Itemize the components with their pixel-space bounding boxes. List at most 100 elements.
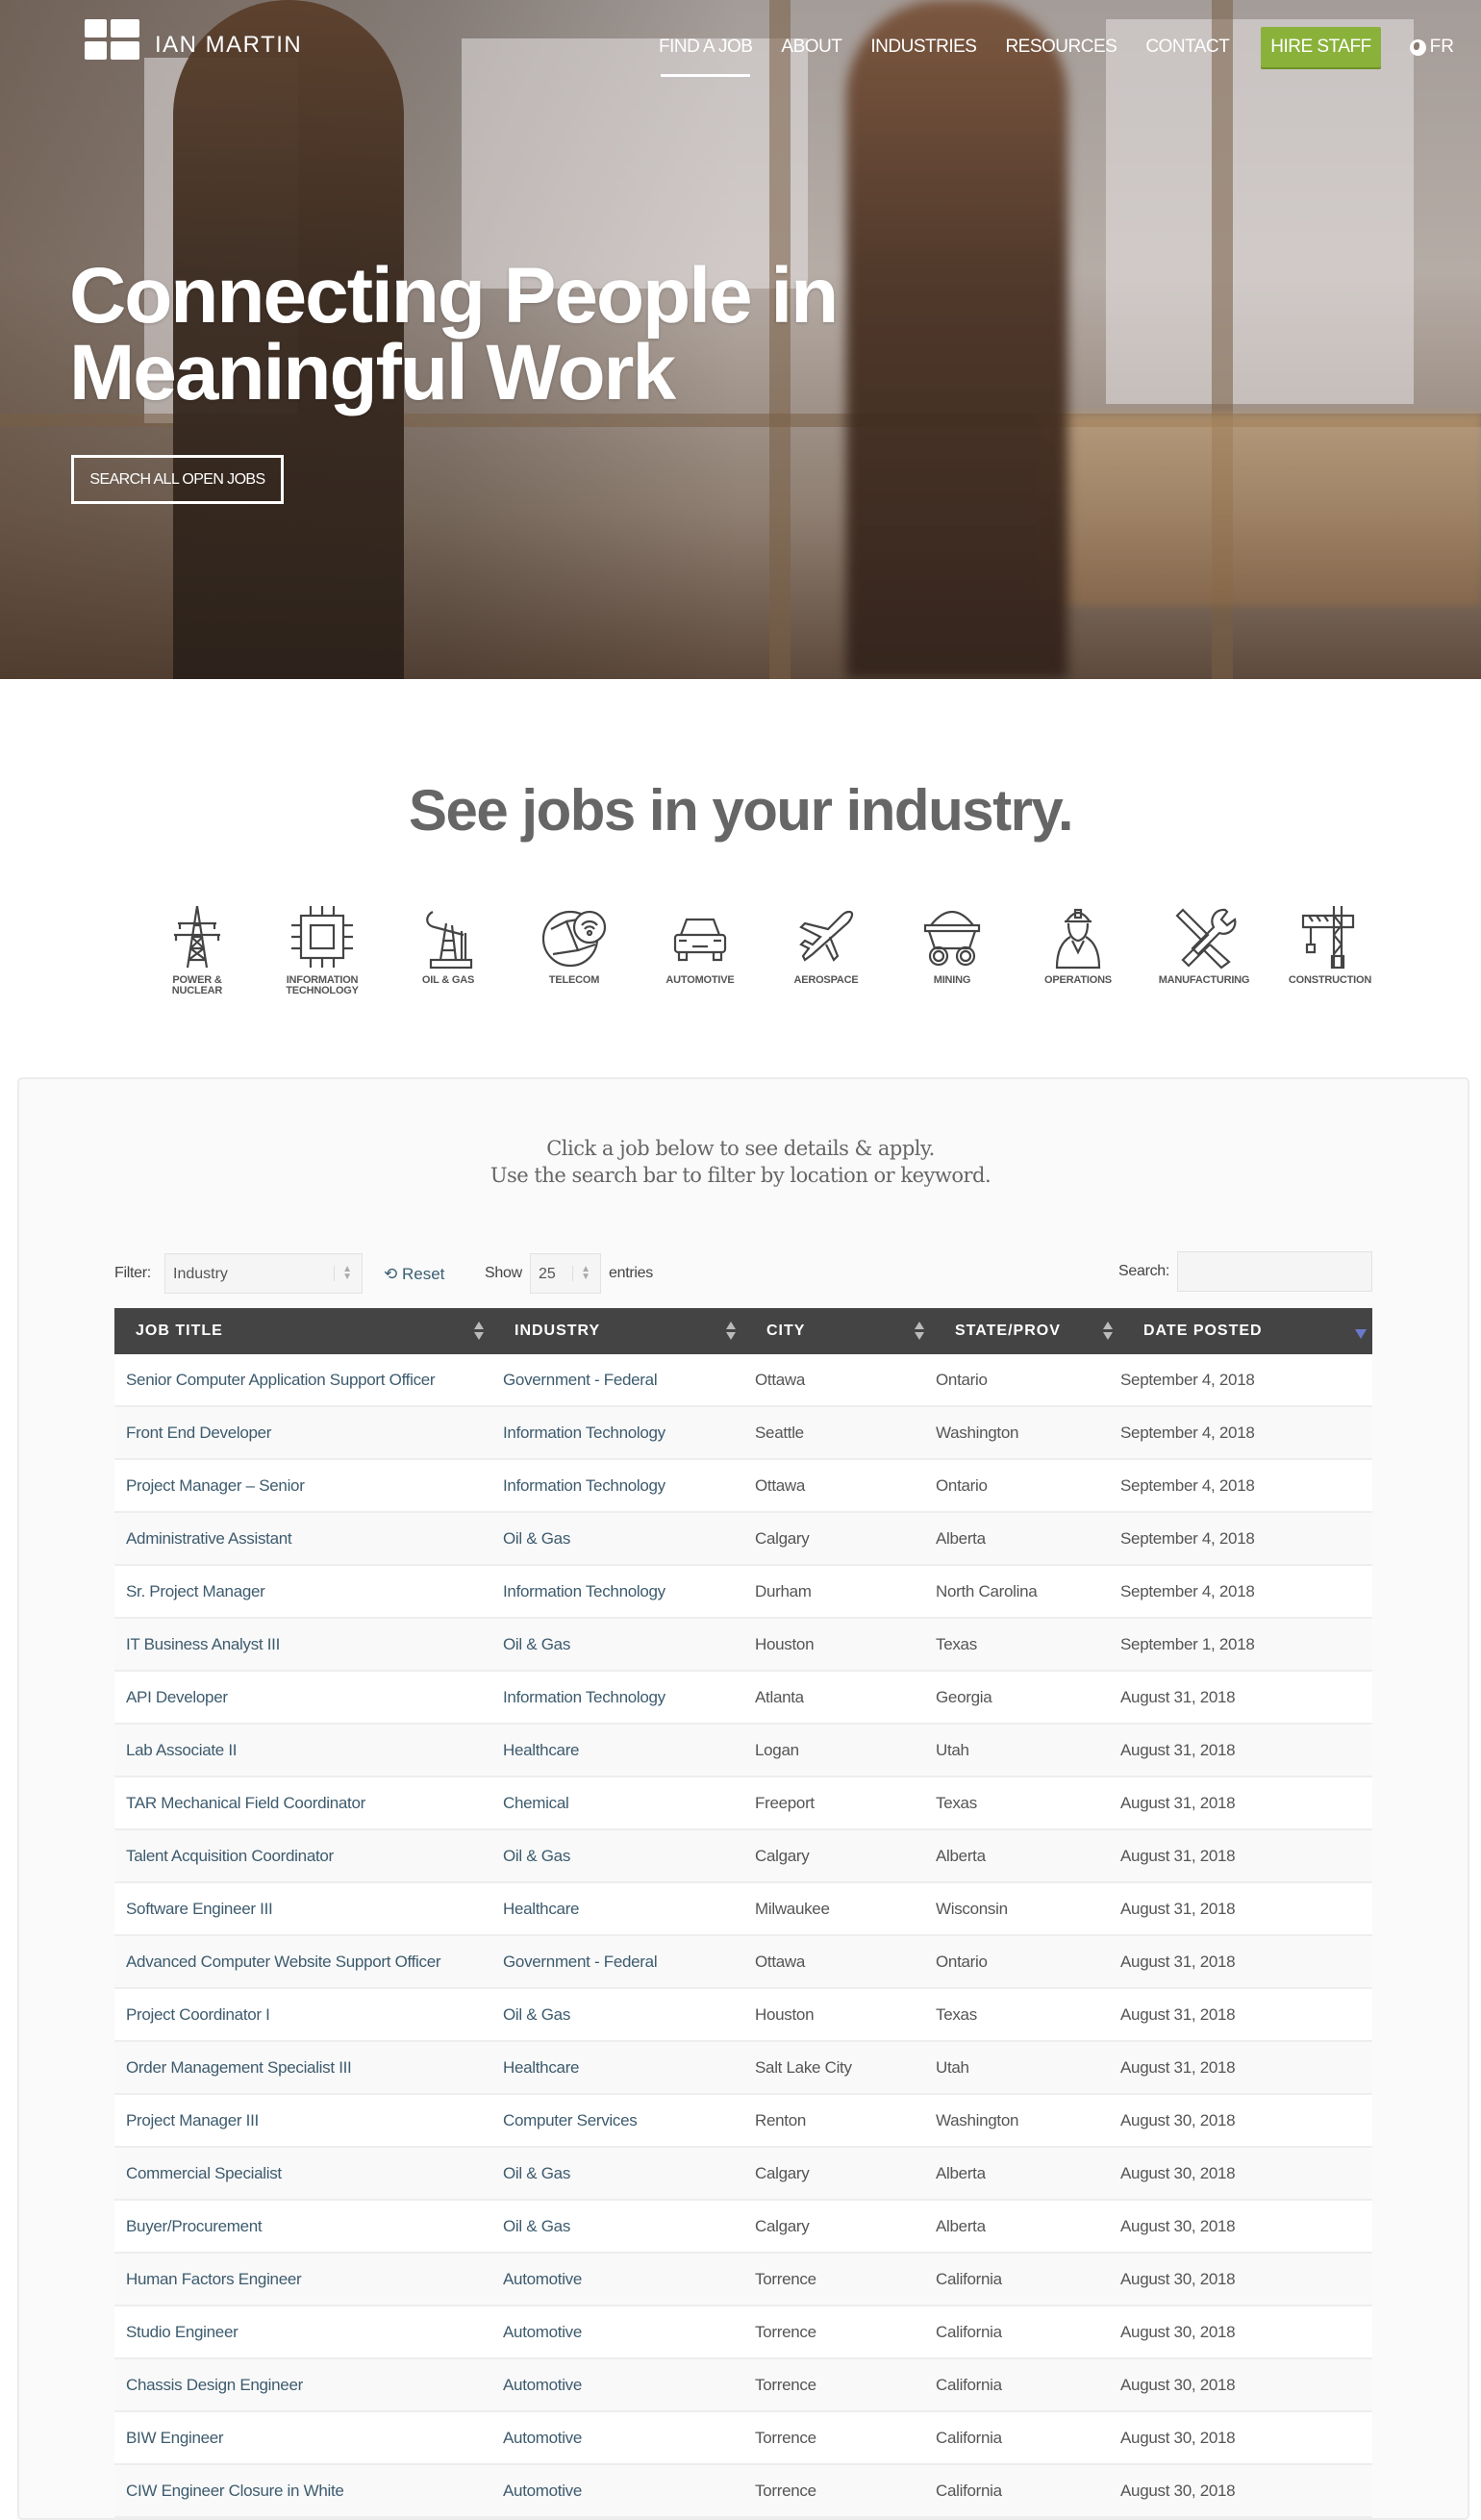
language-switch[interactable]: FR xyxy=(1409,37,1454,58)
cell-industry[interactable]: Chemical xyxy=(491,1794,743,1813)
nav-find-a-job[interactable]: FIND A JOB xyxy=(659,37,753,77)
cell-job-title[interactable]: Talent Acquisition Coordinator xyxy=(114,1847,491,1866)
cell-industry[interactable]: Computer Services xyxy=(491,2111,743,2130)
table-row[interactable]: Studio Engineer Automotive Torrence Califor… xyxy=(114,2306,1372,2359)
table-row[interactable]: Software Engineer III Healthcare Milwaukee… xyxy=(114,1883,1372,1936)
cell-industry[interactable]: Oil & Gas xyxy=(491,2164,743,2183)
cell-industry[interactable]: Automotive xyxy=(491,2270,743,2289)
cell-job-title[interactable]: Studio Engineer xyxy=(114,2323,491,2342)
cell-job-title[interactable]: Buyer/Procurement xyxy=(114,2217,491,2236)
cell-job-title[interactable]: Order Management Specialist III xyxy=(114,2058,491,2078)
cell-industry[interactable]: Oil & Gas xyxy=(491,2005,743,2025)
column-header-job-title[interactable]: JOB TITLE xyxy=(114,1308,491,1354)
cell-job-title[interactable]: Senior Computer Application Support Offi… xyxy=(114,1371,491,1390)
column-header-city[interactable]: CITY xyxy=(743,1308,932,1354)
cell-industry[interactable]: Information Technology xyxy=(491,1476,743,1496)
table-row[interactable]: IT Business Analyst III Oil & Gas Houston T… xyxy=(114,1619,1372,1672)
table-row[interactable]: Chassis Design Engineer Automotive Torrenc… xyxy=(114,2359,1372,2412)
cell-job-title[interactable]: BIW Engineer xyxy=(114,2429,491,2448)
cell-industry[interactable]: Healthcare xyxy=(491,2058,743,2078)
nav-resources[interactable]: RESOURCES xyxy=(1005,37,1117,58)
cell-job-title[interactable]: Project Manager III xyxy=(114,2111,491,2130)
cell-job-title[interactable]: Software Engineer III xyxy=(114,1900,491,1919)
table-row[interactable]: Front End Developer Information Technolog… xyxy=(114,1407,1372,1460)
cell-job-title[interactable]: Administrative Assistant xyxy=(114,1529,491,1549)
industry-automotive[interactable]: AUTOMOTIVE xyxy=(638,902,763,986)
cell-industry[interactable]: Information Technology xyxy=(491,1688,743,1707)
cell-job-title[interactable]: Front End Developer xyxy=(114,1424,491,1443)
table-row[interactable]: Human Factors Engineer Automotive Torrence… xyxy=(114,2254,1372,2306)
table-row[interactable]: TAR Mechanical Field Coordinator Chemical… xyxy=(114,1777,1372,1830)
search-input[interactable] xyxy=(1177,1251,1372,1292)
cell-job-title[interactable]: Commercial Specialist xyxy=(114,2164,491,2183)
table-row[interactable]: Lab Associate II Healthcare Logan Utah Augus… xyxy=(114,1725,1372,1777)
industry-power-nuclear[interactable]: POWER & NUCLEAR xyxy=(135,902,260,996)
reset-button[interactable]: ⟲ Reset xyxy=(384,1265,444,1284)
industry-mining[interactable]: MINING xyxy=(890,902,1015,986)
hire-staff-button[interactable]: HIRE STAFF xyxy=(1261,27,1381,67)
table-header: JOB TITLE INDUSTRY CITY STATE/PROV DATE … xyxy=(114,1308,1372,1354)
cell-industry[interactable]: Healthcare xyxy=(491,1900,743,1919)
cell-industry[interactable]: Automotive xyxy=(491,2323,743,2342)
table-row[interactable]: Talent Acquisition Coordinator Oil & Gas C… xyxy=(114,1830,1372,1883)
column-label: INDUSTRY xyxy=(515,1323,601,1339)
cell-industry[interactable]: Information Technology xyxy=(491,1582,743,1601)
column-header-date-posted[interactable]: DATE POSTED xyxy=(1120,1308,1372,1354)
cell-state: Washington xyxy=(936,1423,1019,1442)
cell-industry[interactable]: Oil & Gas xyxy=(491,1847,743,1866)
cell-industry[interactable]: Healthcare xyxy=(491,1741,743,1760)
cell-industry[interactable]: Government - Federal xyxy=(491,1953,743,1972)
brand-logo[interactable]: IAN MARTIN xyxy=(85,19,302,60)
industry-filter-select[interactable]: Industry ▲ ▼ xyxy=(164,1253,363,1294)
table-row[interactable]: Advanced Computer Website Support Office… xyxy=(114,1936,1372,1989)
cell-job-title[interactable]: Sr. Project Manager xyxy=(114,1582,491,1601)
entries-select[interactable]: 25 ▲ ▼ xyxy=(530,1253,601,1294)
table-row[interactable]: Buyer/Procurement Oil & Gas Calgary Alberta… xyxy=(114,2201,1372,2254)
table-row[interactable]: Commercial Specialist Oil & Gas Calgary Alb… xyxy=(114,2148,1372,2201)
cell-industry[interactable]: Automotive xyxy=(491,2429,743,2448)
cell-job-title[interactable]: Lab Associate II xyxy=(114,1741,491,1760)
cell-industry[interactable]: Oil & Gas xyxy=(491,2217,743,2236)
column-header-industry[interactable]: INDUSTRY xyxy=(491,1308,743,1354)
industry-label: MANUFACTURING xyxy=(1158,974,1250,986)
industry-telecom[interactable]: TELECOM xyxy=(512,902,637,986)
cell-job-title[interactable]: TAR Mechanical Field Coordinator xyxy=(114,1794,491,1813)
industry-manufacturing[interactable]: MANUFACTURING xyxy=(1142,902,1267,986)
table-row[interactable]: Project Manager – Senior Information Tech… xyxy=(114,1460,1372,1513)
sort-icon xyxy=(915,1322,924,1341)
cell-industry[interactable]: Automotive xyxy=(491,2376,743,2395)
cell-job-title[interactable]: Project Coordinator I xyxy=(114,2005,491,2025)
table-row[interactable]: Order Management Specialist III Healthcar… xyxy=(114,2042,1372,2095)
nav-industries[interactable]: INDUSTRIES xyxy=(870,37,977,58)
cell-job-title[interactable]: Project Manager – Senior xyxy=(114,1476,491,1496)
cell-job-title[interactable]: API Developer xyxy=(114,1688,491,1707)
industry-construction[interactable]: CONSTRUCTION xyxy=(1268,902,1393,986)
column-header-state[interactable]: STATE/PROV xyxy=(932,1308,1120,1354)
cell-date-posted: August 31, 2018 xyxy=(1120,2057,1236,2077)
industry-operations[interactable]: OPERATIONS xyxy=(1016,902,1141,986)
cell-job-title[interactable]: Advanced Computer Website Support Office… xyxy=(114,1953,491,1972)
nav-about[interactable]: ABOUT xyxy=(781,37,841,58)
table-row[interactable]: Project Manager III Computer Services Rent… xyxy=(114,2095,1372,2148)
search-all-jobs-button[interactable]: SEARCH ALL OPEN JOBS xyxy=(71,455,284,504)
table-row[interactable]: Sr. Project Manager Information Technolog… xyxy=(114,1566,1372,1619)
table-row[interactable]: CIW Engineer Closure in White Automotive T… xyxy=(114,2465,1372,2518)
table-row[interactable]: API Developer Information Technology Atlan… xyxy=(114,1672,1372,1725)
table-row[interactable]: Project Coordinator I Oil & Gas Houston Tex… xyxy=(114,1989,1372,2042)
cell-job-title[interactable]: IT Business Analyst III xyxy=(114,1635,491,1654)
cell-industry[interactable]: Information Technology xyxy=(491,1424,743,1443)
cell-industry[interactable]: Oil & Gas xyxy=(491,1529,743,1549)
industry-aerospace[interactable]: AEROSPACE xyxy=(764,902,889,986)
cell-industry[interactable]: Government - Federal xyxy=(491,1371,743,1390)
industry-oil-gas[interactable]: OIL & GAS xyxy=(386,902,511,986)
cell-industry[interactable]: Automotive xyxy=(491,2482,743,2501)
cell-job-title[interactable]: CIW Engineer Closure in White xyxy=(114,2482,491,2501)
table-row[interactable]: Administrative Assistant Oil & Gas Calgary… xyxy=(114,1513,1372,1566)
table-row[interactable]: BIW Engineer Automotive Torrence California… xyxy=(114,2412,1372,2465)
industry-information-technology[interactable]: INFORMATION TECHNOLOGY xyxy=(260,902,385,996)
cell-job-title[interactable]: Chassis Design Engineer xyxy=(114,2376,491,2395)
cell-industry[interactable]: Oil & Gas xyxy=(491,1635,743,1654)
cell-job-title[interactable]: Human Factors Engineer xyxy=(114,2270,491,2289)
table-row[interactable]: Senior Computer Application Support Offi… xyxy=(114,1354,1372,1407)
nav-contact[interactable]: CONTACT xyxy=(1145,37,1229,58)
